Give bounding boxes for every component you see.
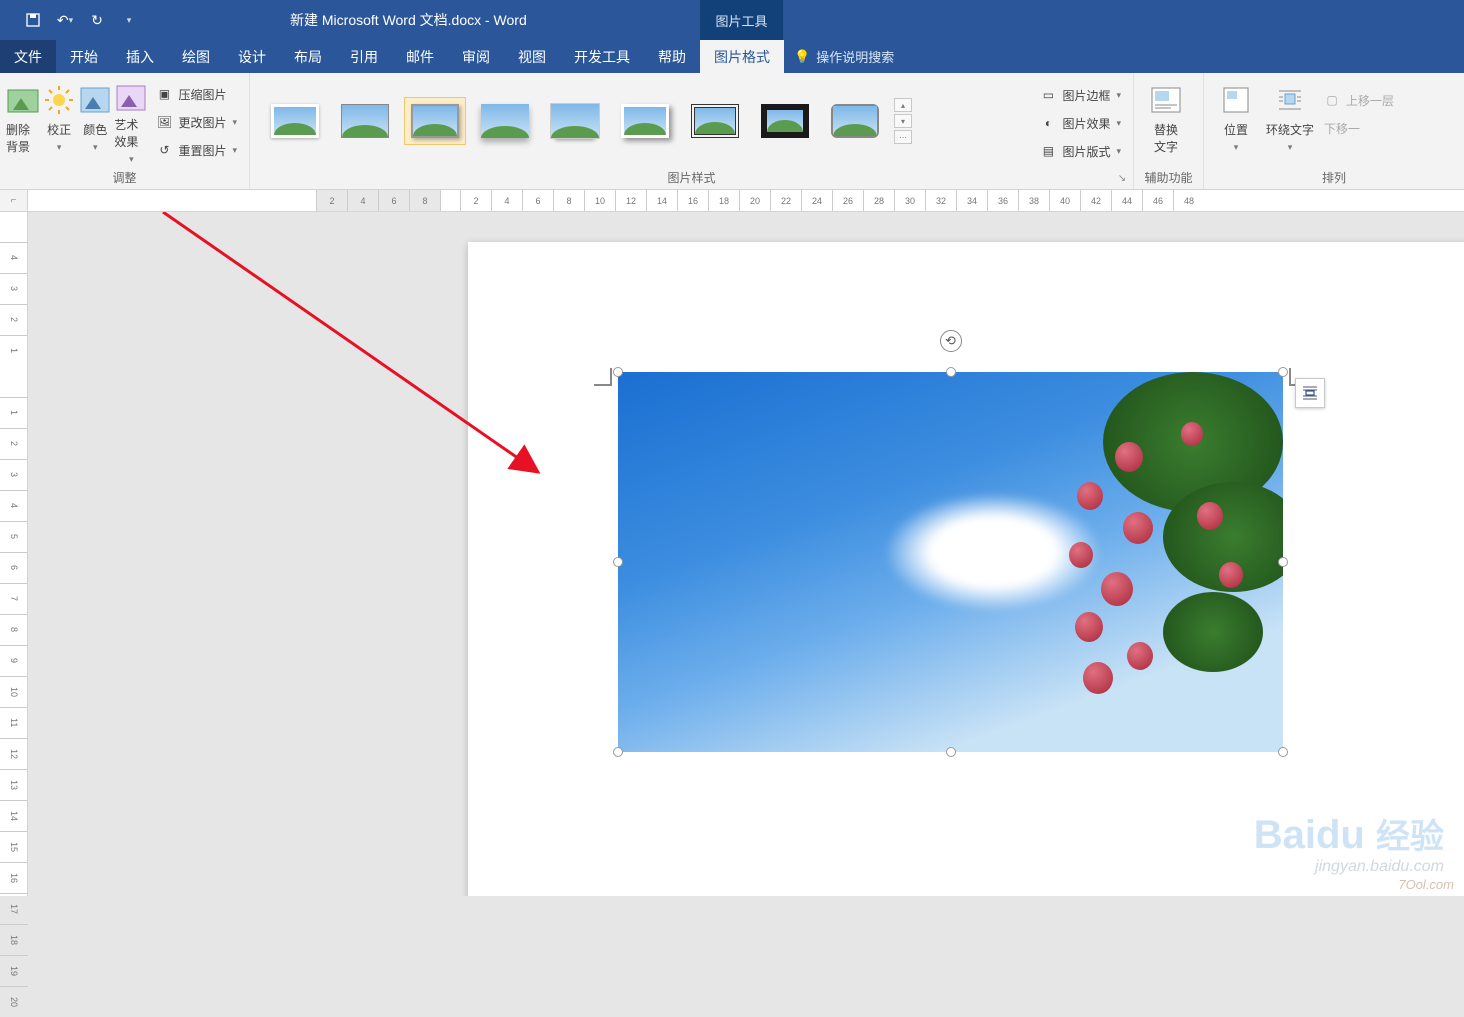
dialog-launcher-icon[interactable]: ↘ [1115,173,1129,187]
remove-bg-icon [6,83,40,117]
horizontal-ruler[interactable]: 2468246810121416182022242628303234363840… [28,190,1464,211]
quick-access-toolbar: ↶▾ ↻ ▾ [0,6,144,34]
tab-references[interactable]: 引用 [336,40,392,73]
send-backward-button[interactable]: 下移一 [1318,115,1400,141]
position-button[interactable]: 位置▾ [1210,77,1262,165]
tab-insert[interactable]: 插入 [112,40,168,73]
resize-handle[interactable] [1278,557,1288,567]
watermark-corner: 7Ool.com [1398,877,1454,892]
style-item[interactable] [474,97,536,145]
compress-pictures-button[interactable]: ▣压缩图片 [150,81,243,107]
resize-handle[interactable] [613,747,623,757]
ruler-row: ⌐ 24682468101214161820222426283032343638… [0,190,1464,212]
tab-file[interactable]: 文件 [0,40,56,73]
group-label-arrange: 排列 [1204,169,1464,189]
tab-home[interactable]: 开始 [56,40,112,73]
style-item[interactable] [334,97,396,145]
group-label-styles: 图片样式↘ [250,169,1133,189]
style-item[interactable] [754,97,816,145]
bring-forward-button[interactable]: ▢上移一层 [1318,87,1400,113]
lightbulb-icon: 💡 [794,49,810,65]
compress-icon: ▣ [156,86,172,102]
resize-handle[interactable] [613,367,623,377]
tab-picture-format[interactable]: 图片格式 [700,40,784,73]
wrap-icon [1273,83,1307,117]
vertical-ruler[interactable]: 43211234567891011121314151617181920 [0,212,28,896]
artistic-effects-button[interactable]: 艺术效果▾ [114,77,148,165]
resize-handle[interactable] [946,747,956,757]
tab-developer[interactable]: 开发工具 [560,40,644,73]
document-canvas[interactable]: ⟲ Baidu 经验 jingyan.baidu.com 7Ool.com [28,212,1464,896]
undo-button[interactable]: ↶▾ [50,6,80,34]
wrap-text-button[interactable]: 环绕文字▾ [1264,77,1316,165]
change-picture-button[interactable]: 🖼更改图片▾ [150,109,243,135]
style-item[interactable] [614,97,676,145]
contextual-tab-label: 图片工具 [700,0,783,40]
rotate-handle[interactable]: ⟲ [940,330,962,352]
style-item[interactable] [264,97,326,145]
tab-view[interactable]: 视图 [504,40,560,73]
corrections-button[interactable]: 校正▾ [42,77,76,165]
group-label-adjust: 调整 [0,169,249,189]
document-title: 新建 Microsoft Word 文档.docx - Word [290,10,527,30]
position-icon [1219,83,1253,117]
page: ⟲ [468,242,1464,896]
gallery-expand[interactable]: ▴▾⋯ [894,98,912,144]
picture-color-icon [78,83,112,117]
border-icon: ▭ [1040,87,1056,103]
ribbon-tabs: 文件 开始 插入 绘图 设计 布局 引用 邮件 审阅 视图 开发工具 帮助 图片… [0,40,1464,73]
resize-handle[interactable] [1278,747,1288,757]
layout-icon: ▤ [1040,143,1056,159]
alt-text-button[interactable]: 替换 文字 [1140,77,1192,165]
picture-layout-button[interactable]: ▤图片版式▾ [1034,138,1127,164]
style-item[interactable] [544,97,606,145]
bring-forward-icon: ▢ [1324,92,1340,108]
tab-help[interactable]: 帮助 [644,40,700,73]
reset-picture-button[interactable]: ↺重置图片▾ [150,137,243,163]
group-label-accessibility: 辅助功能 [1134,169,1203,189]
style-item[interactable] [684,97,746,145]
ruler-corner[interactable]: ⌐ [0,190,28,211]
selected-picture[interactable]: ⟲ [618,372,1283,752]
style-item-selected[interactable] [404,97,466,145]
resize-handle[interactable] [946,367,956,377]
watermark: Baidu 经验 jingyan.baidu.com [1254,809,1444,876]
tab-review[interactable]: 审阅 [448,40,504,73]
remove-background-button[interactable]: 删除背景 [6,77,40,165]
tab-design[interactable]: 设计 [224,40,280,73]
reset-icon: ↺ [156,142,172,158]
resize-handle[interactable] [1278,367,1288,377]
margin-mark [588,362,612,386]
style-item[interactable] [824,97,886,145]
redo-button[interactable]: ↻ [82,6,112,34]
alt-text-icon [1149,83,1183,117]
ribbon: 删除背景 校正▾ 颜色▾ 艺术效果▾ ▣压缩图片 🖼更改图片▾ ↺重置图片▾ 调… [0,73,1464,190]
sun-icon [42,83,76,117]
title-bar: ↶▾ ↻ ▾ 新建 Microsoft Word 文档.docx - Word … [0,0,1464,40]
save-button[interactable] [18,6,48,34]
effects-icon: ◐ [1040,115,1056,131]
tab-layout[interactable]: 布局 [280,40,336,73]
color-button[interactable]: 颜色▾ [78,77,112,165]
artistic-icon [114,83,148,112]
qat-customize[interactable]: ▾ [114,6,144,34]
picture-effects-button[interactable]: ◐图片效果▾ [1034,110,1127,136]
change-picture-icon: 🖼 [156,114,172,130]
layout-options-button[interactable] [1295,378,1325,408]
tab-mailings[interactable]: 邮件 [392,40,448,73]
workspace: 43211234567891011121314151617181920 [0,212,1464,896]
picture-border-button[interactable]: ▭图片边框▾ [1034,82,1127,108]
picture-styles-gallery[interactable]: ▴▾⋯ [256,91,1032,151]
resize-handle[interactable] [613,557,623,567]
tell-me-search[interactable]: 💡 操作说明搜索 [794,40,894,73]
tab-draw[interactable]: 绘图 [168,40,224,73]
picture-content [618,372,1283,752]
